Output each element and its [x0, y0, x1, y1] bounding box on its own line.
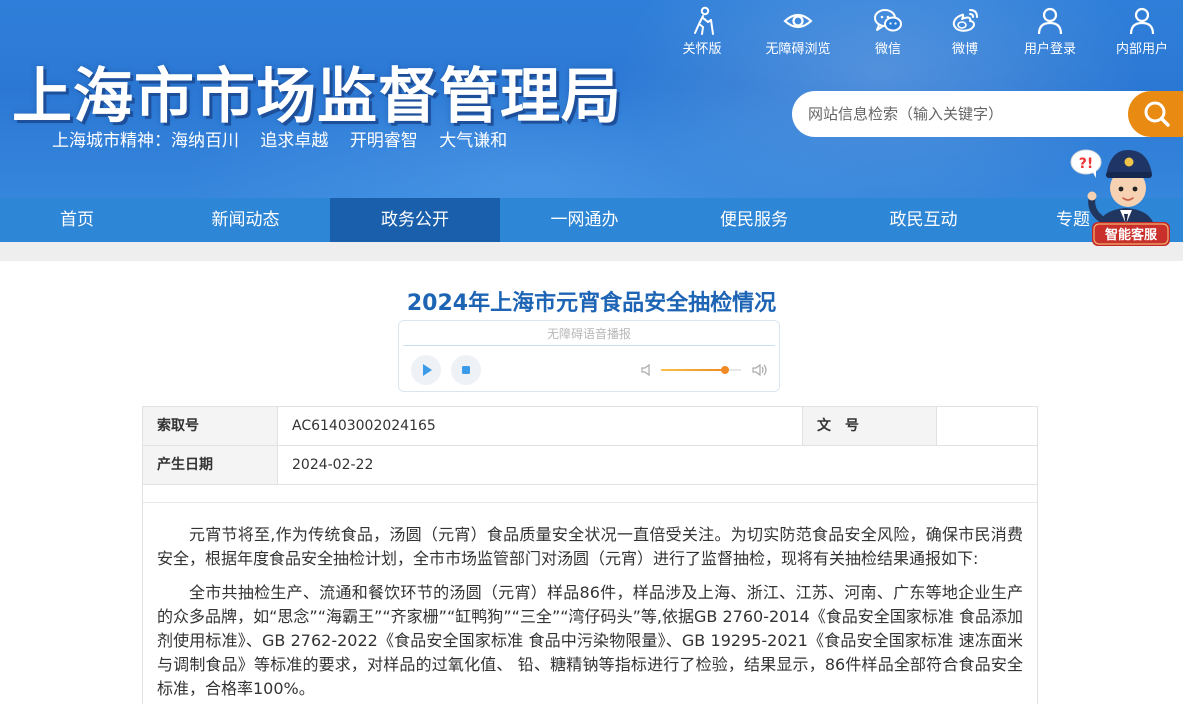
toplink-label: 用户登录 [1023, 42, 1076, 57]
toplink-label: 微博 [951, 42, 978, 57]
meta-row: 产生日期 2024-02-22 [143, 446, 1037, 485]
motto-part: 上海城市精神：海纳百川 [52, 131, 239, 151]
voice-player: 无障碍语音播报 [398, 320, 780, 392]
toplink-label: 内部用户 [1115, 42, 1168, 57]
stop-button[interactable] [451, 355, 481, 385]
main-nav: 首页 新闻动态 政务公开 一网通办 便民服务 政民互动 专题 [0, 198, 1183, 242]
article-meta-table: 索取号 AC61403002024165 文 号 产生日期 2024-02-22 [142, 406, 1038, 485]
nav-one-stop[interactable]: 一网通办 [500, 198, 669, 242]
meta-label: 索取号 [143, 407, 277, 445]
motto-part: 开明睿智 [349, 131, 418, 151]
police-mascot-icon: ?! 智能客服 [1070, 149, 1170, 246]
paragraph: 全市共抽检生产、流通和餐饮环节的汤圆（元宵）样品86件，样品涉及上海、浙江、江苏… [157, 583, 1023, 698]
meta-label: 产生日期 [143, 446, 277, 484]
site-motto: 上海城市精神：海纳百川 追求卓越 开明睿智 大气谦和 [52, 126, 523, 151]
volume-low-icon [641, 363, 650, 377]
elderly-care-icon [694, 6, 714, 35]
smart-assistant[interactable]: ?! 智能客服 [1066, 140, 1176, 248]
search-box [792, 91, 1183, 137]
volume-fill [661, 369, 725, 371]
eye-icon [783, 13, 813, 29]
volume-handle[interactable] [721, 366, 729, 374]
site-header: 上海市市场监督管理局 上海城市精神：海纳百川 追求卓越 开明睿智 大气谦和 关怀… [0, 0, 1183, 198]
meta-label: 文 号 [802, 407, 936, 445]
volume-high-icon [752, 363, 767, 377]
motto-part: 大气谦和 [439, 131, 508, 151]
nav-news[interactable]: 新闻动态 [161, 198, 330, 242]
player-divider [403, 345, 775, 346]
wechat-icon [874, 9, 902, 32]
volume-slider[interactable] [661, 366, 741, 374]
search-icon [1144, 101, 1170, 127]
meta-row: 索取号 AC61403002024165 文 号 [143, 407, 1037, 446]
meta-value [936, 407, 1037, 445]
play-icon [423, 364, 432, 376]
motto-part: 追求卓越 [260, 131, 329, 151]
nav-gov-affairs[interactable]: 政务公开 [330, 198, 500, 242]
toplink-internal[interactable]: 内部用户 [1114, 6, 1170, 57]
toplink-label: 无障碍浏览 [765, 42, 831, 57]
assistant-label: 智能客服 [1105, 227, 1158, 243]
nav-home[interactable]: 首页 [0, 198, 154, 242]
toplink-weibo[interactable]: 微博 [945, 6, 985, 57]
toplink-accessibility[interactable]: 无障碍浏览 [760, 6, 836, 57]
top-links: 关怀版 无障碍浏览 微信 微博 用户登录 内部用户 [672, 6, 1183, 57]
stop-icon [462, 366, 470, 374]
meta-value: AC61403002024165 [277, 407, 802, 445]
search-input[interactable] [808, 99, 1128, 129]
toplink-label: 关怀版 [682, 42, 722, 57]
site-title[interactable]: 上海市市场监督管理局 [12, 48, 622, 135]
article-body: 元宵节将至,作为传统食品，汤圆（元宵）食品质量安全状况一直倍受关注。为切实防范食… [157, 523, 1023, 704]
article-title: 2024年上海市元宵食品安全抽检情况 [406, 291, 777, 316]
meta-value: 2024-02-22 [277, 446, 1037, 484]
divider [143, 502, 1037, 503]
play-button[interactable] [411, 355, 441, 385]
toplink-elderly[interactable]: 关怀版 [677, 6, 727, 57]
article-container: 2024年上海市元宵食品安全抽检情况 无障碍语音播报 索取号 AC6140300… [0, 261, 1183, 704]
nav-interaction[interactable]: 政民互动 [839, 198, 1008, 242]
weibo-icon [952, 9, 978, 32]
nav-services[interactable]: 便民服务 [669, 198, 839, 242]
user-icon [1037, 7, 1063, 35]
bubble-text: ?! [1079, 156, 1094, 172]
search-button[interactable] [1128, 91, 1183, 137]
toplink-wechat[interactable]: 微信 [868, 6, 908, 57]
toplink-login[interactable]: 用户登录 [1022, 6, 1078, 57]
paragraph: 元宵节将至,作为传统食品，汤圆（元宵）食品质量安全状况一直倍受关注。为切实防范食… [157, 525, 1023, 568]
internal-user-icon [1129, 7, 1155, 35]
toplink-label: 微信 [874, 42, 901, 57]
player-title: 无障碍语音播报 [546, 327, 631, 341]
